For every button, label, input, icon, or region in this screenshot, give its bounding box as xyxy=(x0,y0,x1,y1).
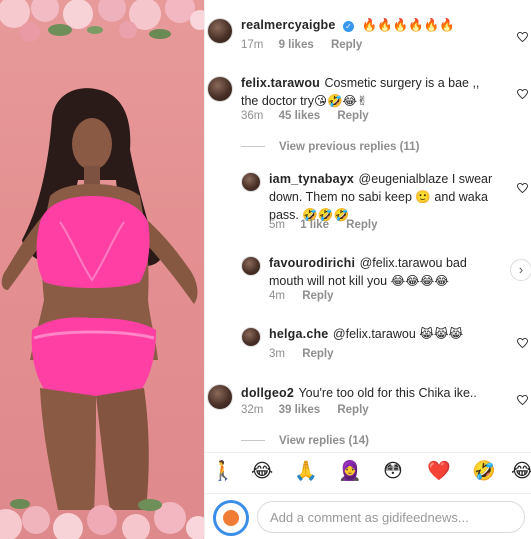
avatar[interactable] xyxy=(207,76,233,102)
comment-time: 32m xyxy=(241,404,264,416)
current-user-avatar xyxy=(213,500,249,536)
reply-button[interactable]: Reply xyxy=(302,290,333,302)
post-photo xyxy=(0,0,204,539)
comment-username[interactable]: dollgeo2 xyxy=(241,386,294,400)
reply-username[interactable]: helga.che xyxy=(269,327,328,341)
comment-input[interactable] xyxy=(257,501,525,533)
view-replies-label: View previous replies (11) xyxy=(279,141,420,153)
divider-line xyxy=(241,440,265,442)
roses-top xyxy=(0,0,204,42)
reply-text: @felix.tarawou 😹😹😹 xyxy=(332,327,464,341)
view-previous-replies-button[interactable]: View previous replies (11) xyxy=(241,141,419,153)
comment-likes[interactable]: 39 likes xyxy=(279,404,321,416)
comment-username[interactable]: realmercyaigbe xyxy=(241,18,336,32)
reply-item: favourodirichi @felix.tarawou bad mouth … xyxy=(205,254,531,304)
comment-item: dollgeo2 You're too old for this Chika i… xyxy=(205,382,531,428)
post-image xyxy=(0,0,204,539)
emoji-heart-icon[interactable]: ❤️ xyxy=(427,461,451,483)
like-heart-icon[interactable] xyxy=(517,395,528,405)
comment-item: realmercyaigbe ✓ 🔥🔥🔥🔥🔥🔥 17m 9 likes Repl… xyxy=(205,10,531,56)
comment-username[interactable]: felix.tarawou xyxy=(241,76,320,90)
emoji-headscarf-icon[interactable]: 🧕 xyxy=(338,461,362,483)
comment-text: You're too old for this Chika ike.. xyxy=(298,386,477,400)
verified-badge-icon: ✓ xyxy=(342,21,354,32)
quick-emoji-bar: 🚶 😂 🙏 🧕 😳 ❤️ 🤣 😂 xyxy=(205,452,531,490)
reply-time: 4m xyxy=(269,290,285,302)
next-arrow-button[interactable]: › xyxy=(510,259,531,281)
avatar[interactable] xyxy=(207,18,233,44)
avatar[interactable] xyxy=(241,256,261,276)
emoji-flushed-icon[interactable]: 😳 xyxy=(383,461,403,483)
emoji-pray-icon[interactable]: 🙏 xyxy=(294,461,318,483)
reply-button[interactable]: Reply xyxy=(337,404,368,416)
like-heart-icon[interactable] xyxy=(517,89,528,99)
roses-bottom xyxy=(0,499,204,539)
comments-panel: realmercyaigbe ✓ 🔥🔥🔥🔥🔥🔥 17m 9 likes Repl… xyxy=(204,0,531,539)
comment-time: 17m xyxy=(241,39,264,51)
like-heart-icon[interactable] xyxy=(517,338,528,348)
comment-likes[interactable]: 9 likes xyxy=(279,39,314,51)
emoji-joy-icon[interactable]: 😂 xyxy=(251,461,273,483)
comment-item: felix.tarawou Cosmetic surgery is a bae … xyxy=(205,72,531,132)
comment-time: 36m xyxy=(241,110,264,122)
reply-username[interactable]: favourodirichi xyxy=(269,256,355,270)
avatar[interactable] xyxy=(241,327,261,347)
comment-likes[interactable]: 45 likes xyxy=(279,110,321,122)
reply-button[interactable]: Reply xyxy=(346,219,377,231)
reply-button[interactable]: Reply xyxy=(302,348,333,360)
like-heart-icon[interactable] xyxy=(517,32,528,42)
avatar[interactable] xyxy=(207,384,233,410)
reply-username[interactable]: iam_tynabayx xyxy=(269,172,354,186)
reply-button[interactable]: Reply xyxy=(331,39,362,51)
comment-bar xyxy=(205,493,531,539)
view-replies-label: View replies (14) xyxy=(279,435,369,447)
emoji-joy-icon[interactable]: 😂 xyxy=(511,461,531,483)
emoji-walking-icon[interactable]: 🚶 xyxy=(211,461,235,483)
emoji-rofl-icon[interactable]: 🤣 xyxy=(472,461,496,483)
reply-item: iam_tynabayx @eugenialblaze I swear down… xyxy=(205,168,531,232)
reply-likes[interactable]: 1 like xyxy=(300,219,329,231)
comment-text: 🔥🔥🔥🔥🔥🔥 xyxy=(361,18,455,32)
chevron-right-icon: › xyxy=(518,262,524,277)
view-replies-button[interactable]: View replies (14) xyxy=(241,435,369,447)
reply-button[interactable]: Reply xyxy=(337,110,368,122)
divider-line xyxy=(241,146,265,148)
avatar[interactable] xyxy=(241,172,261,192)
reply-item: helga.che @felix.tarawou 😹😹😹 3m Reply xyxy=(205,323,531,363)
like-heart-icon[interactable] xyxy=(517,183,528,193)
reply-time: 5m xyxy=(269,219,285,231)
reply-time: 3m xyxy=(269,348,285,360)
